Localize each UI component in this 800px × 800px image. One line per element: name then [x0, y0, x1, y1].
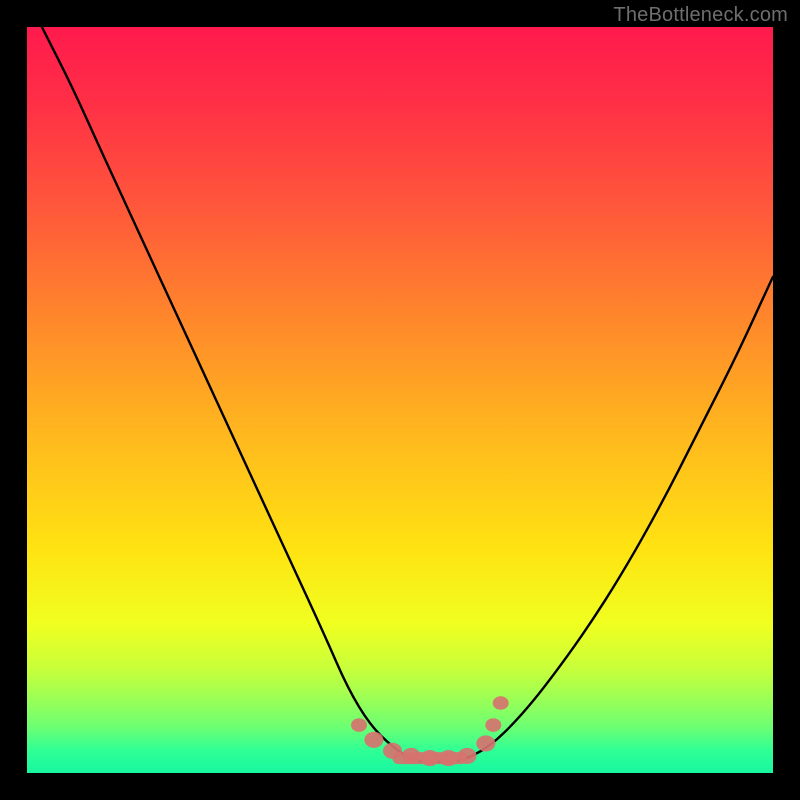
valley-marker	[458, 748, 477, 764]
valley-marker	[351, 718, 367, 732]
valley-marker	[476, 735, 495, 751]
chart-frame: TheBottleneck.com	[0, 0, 800, 800]
valley-marker	[402, 748, 421, 764]
attribution-text: TheBottleneck.com	[613, 4, 788, 27]
valley-marker	[364, 732, 383, 748]
bottleneck-curve	[42, 27, 773, 762]
valley-marker	[485, 718, 501, 732]
valley-marker	[420, 750, 439, 766]
valley-marker	[383, 743, 402, 759]
valley-marker	[493, 696, 509, 710]
valley-marker	[439, 750, 458, 766]
valley-markers	[351, 696, 509, 766]
plot-area	[27, 27, 773, 773]
curve-layer	[27, 27, 773, 773]
